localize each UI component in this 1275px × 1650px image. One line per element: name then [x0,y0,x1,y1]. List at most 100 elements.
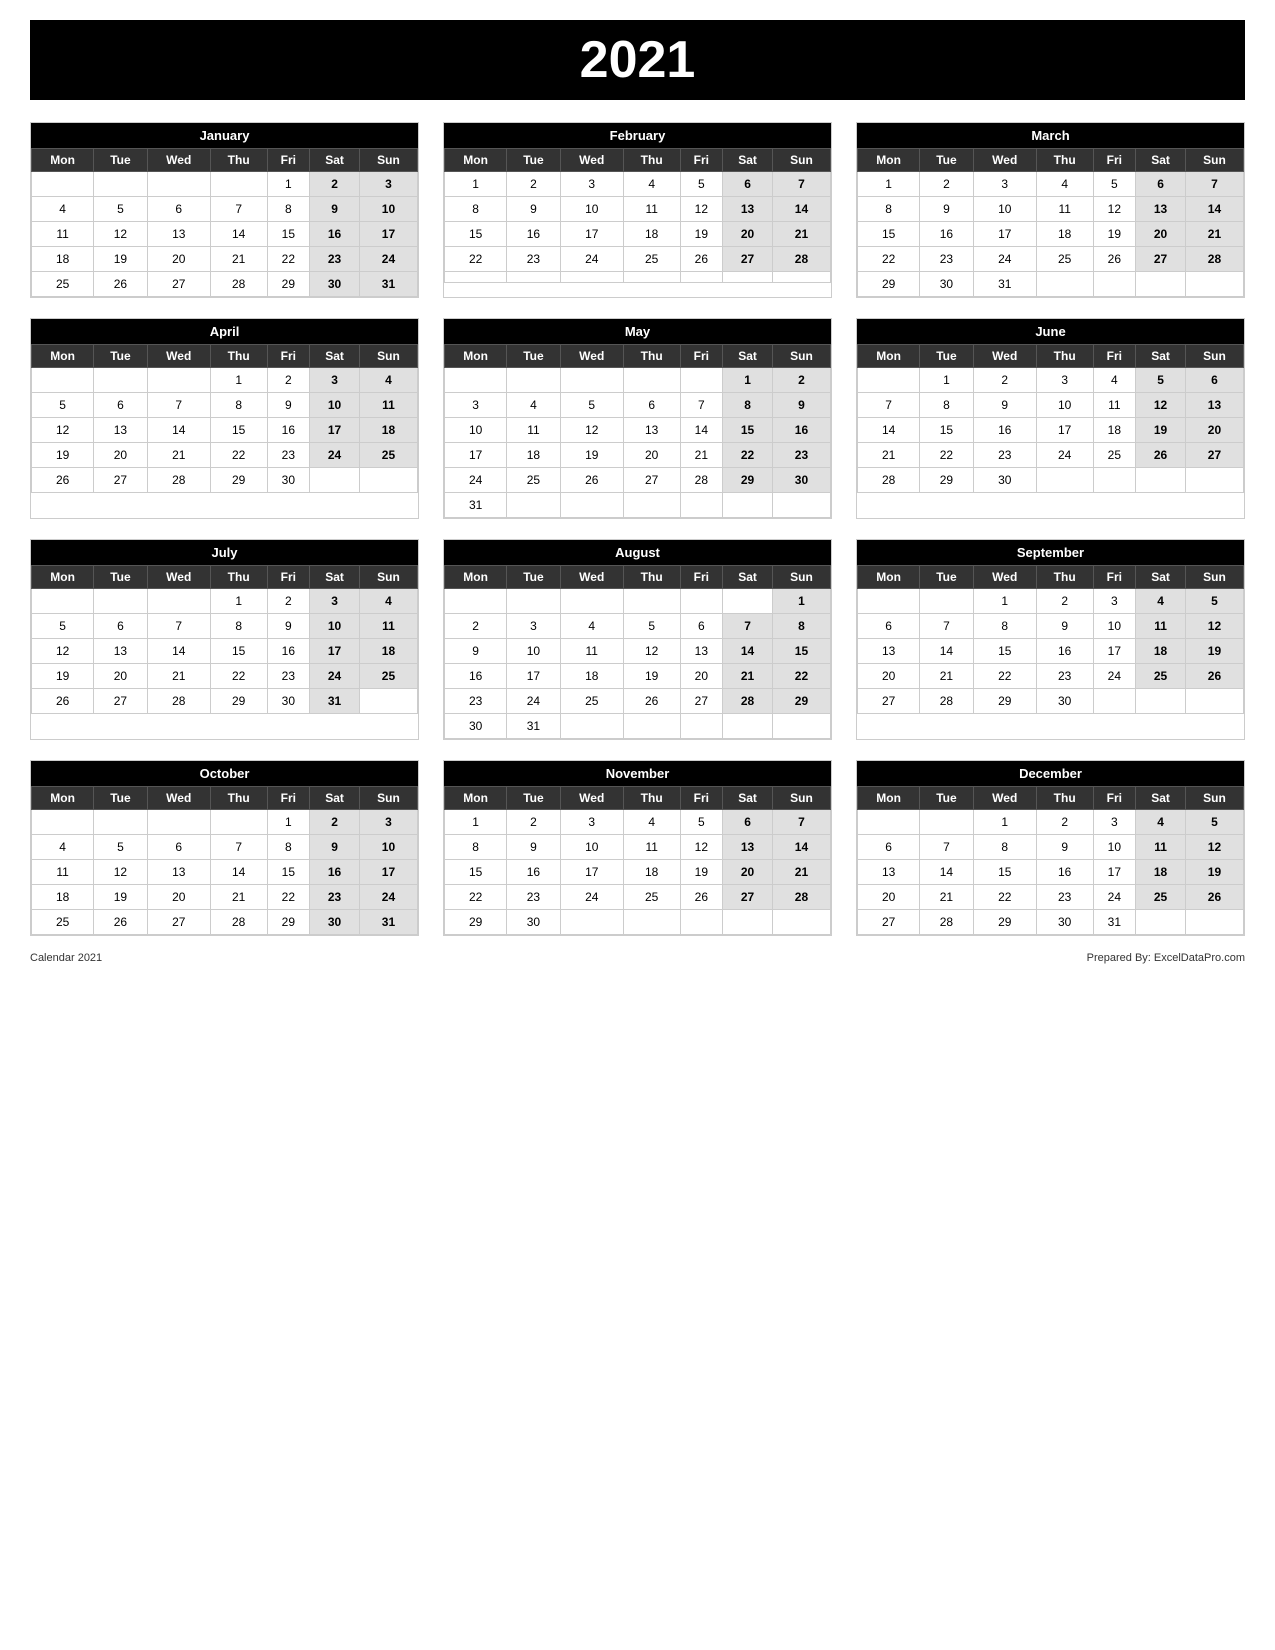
day-cell: 2 [973,368,1036,393]
week-row: 15161718192021 [858,222,1244,247]
day-cell: 1 [973,810,1036,835]
day-cell: 28 [772,247,830,272]
day-cell: 3 [445,393,507,418]
month-january: JanuaryMonTueWedThuFriSatSun123456789101… [30,122,419,298]
day-header-mon: Mon [858,345,920,368]
day-cell [772,910,830,935]
week-row: 293031 [858,272,1244,297]
day-cell: 25 [560,689,623,714]
week-row: 567891011 [32,393,418,418]
day-cell: 23 [973,443,1036,468]
day-cell: 27 [723,247,773,272]
day-cell: 12 [1093,197,1136,222]
week-row: 12345 [858,810,1244,835]
day-cell: 8 [920,393,973,418]
month-table-september: MonTueWedThuFriSatSun1234567891011121314… [857,565,1244,714]
day-cell: 16 [267,639,310,664]
day-cell: 10 [973,197,1036,222]
week-row: 891011121314 [445,835,831,860]
day-cell: 3 [560,810,623,835]
day-cell: 7 [772,172,830,197]
day-cell: 7 [772,810,830,835]
day-cell: 3 [1093,589,1136,614]
day-cell: 4 [359,368,417,393]
day-header-tue: Tue [920,149,973,172]
day-cell: 13 [94,639,147,664]
day-cell: 17 [973,222,1036,247]
day-cell: 10 [359,835,417,860]
day-cell: 21 [210,885,267,910]
day-cell: 31 [359,272,417,297]
day-cell: 28 [210,910,267,935]
day-cell: 2 [1036,589,1093,614]
week-row: 15161718192021 [445,860,831,885]
day-header-mon: Mon [858,787,920,810]
week-row: 17181920212223 [445,443,831,468]
day-cell: 6 [1136,172,1186,197]
day-cell [359,468,417,493]
week-row: 22232425262728 [858,247,1244,272]
day-cell: 24 [560,247,623,272]
day-cell: 26 [94,910,147,935]
day-cell: 3 [507,614,560,639]
day-cell: 22 [267,247,310,272]
week-row: 2728293031 [858,910,1244,935]
day-cell [723,910,773,935]
month-table-august: MonTueWedThuFriSatSun1234567891011121314… [444,565,831,739]
day-cell: 12 [32,418,94,443]
day-cell: 28 [1185,247,1243,272]
week-row: 25262728293031 [32,910,418,935]
day-header-tue: Tue [94,787,147,810]
day-cell: 24 [560,885,623,910]
day-header-sat: Sat [310,787,360,810]
day-cell: 26 [1136,443,1186,468]
day-cell [680,714,723,739]
day-cell: 2 [445,614,507,639]
month-header-july: July [31,540,418,565]
day-cell [560,589,623,614]
day-cell: 17 [1093,639,1136,664]
day-cell [1136,272,1186,297]
day-header-sat: Sat [723,149,773,172]
day-cell: 8 [267,835,310,860]
month-table-november: MonTueWedThuFriSatSun1234567891011121314… [444,786,831,935]
day-cell: 25 [507,468,560,493]
week-row: 27282930 [858,689,1244,714]
day-header-wed: Wed [147,566,210,589]
day-cell: 6 [858,835,920,860]
week-row: 18192021222324 [32,247,418,272]
week-row: 891011121314 [858,197,1244,222]
month-header-february: February [444,123,831,148]
day-cell: 14 [147,418,210,443]
day-cell [623,493,680,518]
day-header-wed: Wed [973,345,1036,368]
day-cell [623,368,680,393]
day-header-tue: Tue [94,566,147,589]
day-cell: 18 [560,664,623,689]
day-header-sun: Sun [1185,787,1243,810]
day-cell: 9 [772,393,830,418]
day-cell: 20 [94,664,147,689]
day-cell: 23 [267,443,310,468]
day-cell: 26 [623,689,680,714]
day-header-mon: Mon [32,149,94,172]
day-cell [1093,689,1136,714]
day-cell: 24 [359,247,417,272]
day-cell: 28 [210,272,267,297]
day-cell: 2 [507,810,560,835]
day-cell: 10 [1093,614,1136,639]
day-cell: 30 [267,689,310,714]
day-cell: 19 [680,222,723,247]
day-header-thu: Thu [623,149,680,172]
day-cell: 22 [973,885,1036,910]
day-header-fri: Fri [680,787,723,810]
day-cell: 2 [772,368,830,393]
month-header-august: August [444,540,831,565]
day-cell: 29 [210,689,267,714]
day-cell [772,272,830,283]
month-march: MarchMonTueWedThuFriSatSun12345678910111… [856,122,1245,298]
day-header-sat: Sat [723,787,773,810]
day-header-sat: Sat [310,345,360,368]
day-cell: 25 [359,443,417,468]
day-cell: 20 [147,885,210,910]
